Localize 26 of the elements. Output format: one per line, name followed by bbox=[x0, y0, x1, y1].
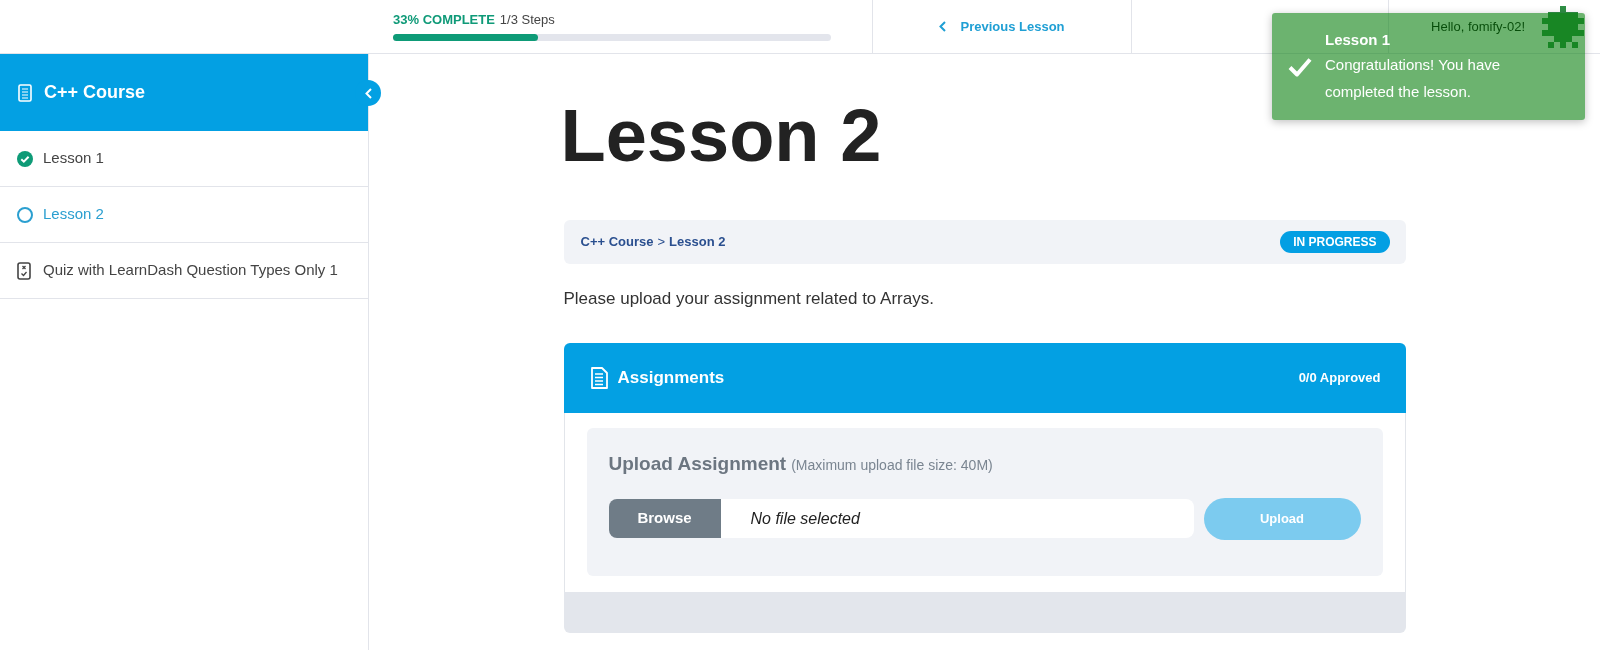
status-badge: IN PROGRESS bbox=[1280, 231, 1390, 253]
breadcrumb-link[interactable]: Lesson 2 bbox=[669, 232, 726, 252]
document-icon bbox=[589, 367, 608, 389]
check-icon bbox=[1288, 56, 1312, 77]
breadcrumb-link[interactable]: C++ Course bbox=[580, 232, 654, 252]
upload-size-note: (Maximum upload file size: 40M) bbox=[791, 456, 993, 475]
course-title: C++ Course bbox=[44, 81, 146, 104]
sidebar-item[interactable]: Lesson 1 bbox=[0, 131, 368, 187]
toast-message: Congratulations! You have completed the lesson. bbox=[1325, 54, 1502, 102]
user-greeting: Hello, fomify-02! bbox=[1431, 17, 1525, 36]
approved-count: 0/0 Approved bbox=[1298, 369, 1381, 388]
upload-title: Upload Assignment bbox=[608, 452, 787, 476]
assignments-title: Assignments bbox=[617, 367, 725, 390]
sidebar-item[interactable]: Quiz with LearnDash Question Types Only 1 bbox=[0, 243, 368, 299]
file-name-field[interactable]: No file selected bbox=[720, 499, 1194, 538]
document-icon bbox=[18, 83, 32, 102]
avatar-icon[interactable] bbox=[1542, 5, 1584, 48]
browse-button[interactable]: Browse bbox=[608, 499, 721, 538]
toast-title: Lesson 1 bbox=[1325, 29, 1391, 50]
chevron-left-icon bbox=[364, 87, 372, 99]
chevron-left-icon bbox=[939, 21, 947, 32]
lesson-description: Please upload your assignment related to Arrays. bbox=[563, 288, 934, 310]
progress-percent: 33% COMPLETE bbox=[393, 12, 495, 28]
breadcrumb-separator: > bbox=[657, 233, 666, 252]
progress-steps: 1/3 Steps bbox=[499, 12, 555, 28]
lesson-title: Lesson 2 bbox=[560, 99, 882, 173]
